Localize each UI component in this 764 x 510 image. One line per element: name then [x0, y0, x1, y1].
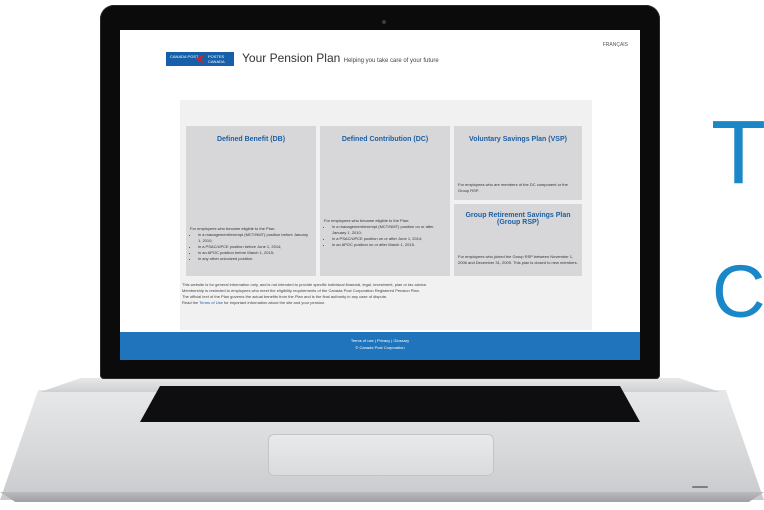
list-item: in an APOC position on or after March 1,…	[332, 242, 446, 248]
tile-title: Group Retirement Savings Plan (Group RSP…	[465, 212, 571, 226]
camera-icon	[382, 20, 386, 24]
tile-group-rsp[interactable]: Group Retirement Savings Plan (Group RSP…	[454, 204, 582, 276]
site-title-text: Your Pension Plan	[242, 51, 341, 65]
site-title: Your Pension Plan Helping you take care …	[242, 51, 439, 65]
tile-description: For employees who became eligible to the…	[324, 218, 446, 248]
canada-post-logo[interactable]: CANADA POST POSTES CANADA	[166, 52, 234, 66]
laptop-screen: FRANÇAIS CANADA POST POSTES CANADA Your …	[120, 30, 640, 360]
disclaimer-post: for important information about the site…	[223, 300, 326, 305]
keyboard	[140, 386, 640, 422]
tile-defined-benefit[interactable]: Defined Benefit (DB) For employees who b…	[186, 126, 316, 276]
tile-title: Defined Benefit (DB)	[216, 136, 286, 143]
language-link[interactable]: FRANÇAIS	[603, 42, 628, 48]
footer-copyright: © Canada Post Corporation	[355, 345, 405, 350]
tile-title: Voluntary Savings Plan (VSP)	[469, 136, 567, 143]
laptop-scene: FRANÇAIS CANADA POST POSTES CANADA Your …	[0, 0, 764, 510]
pension-webpage: FRANÇAIS CANADA POST POSTES CANADA Your …	[120, 30, 640, 360]
disclaimer-line: Read the Terms of Use for important info…	[182, 300, 582, 306]
tile-voluntary-savings-plan[interactable]: Voluntary Savings Plan (VSP) For employe…	[454, 126, 582, 200]
terms-of-use-link[interactable]: Terms of Use	[199, 300, 223, 305]
logo-text-right: POSTES CANADA	[208, 54, 225, 64]
site-footer: Terms of use | Privacy | Glossary © Cana…	[120, 332, 640, 360]
disclaimer-pre: Read the	[182, 300, 199, 305]
logo-text-left: CANADA POST	[170, 54, 199, 59]
footer-links[interactable]: Terms of use | Privacy | Glossary	[120, 338, 640, 343]
disclaimer-text: This website is for general information …	[182, 282, 582, 306]
overlay-letter-t: T	[711, 103, 764, 203]
tile-description: For employees who became eligible to the…	[190, 226, 312, 262]
touchpad	[268, 434, 494, 476]
tile-bullet-list: in a management/exempt (MCT/NMT) positio…	[324, 224, 446, 248]
tile-title: Defined Contribution (DC)	[341, 136, 429, 143]
laptop-base-edge	[0, 492, 764, 502]
tile-description: For employees who joined the Group RSP b…	[458, 254, 578, 265]
indicator-slot	[692, 486, 708, 488]
overlay-letter-c: C	[712, 250, 764, 333]
list-item: in a management/exempt (MCT/NMT) positio…	[332, 224, 446, 236]
tile-bullet-list: in a management/exempt (MCT/NMT) positio…	[190, 232, 312, 262]
tile-defined-contribution[interactable]: Defined Contribution (DC) For employees …	[320, 126, 450, 276]
site-tagline: Helping you take care of your future	[343, 58, 439, 64]
list-item: in any other unionized position.	[198, 256, 312, 262]
list-item: in a management/exempt (MCT/NMT) positio…	[198, 232, 312, 244]
tile-description: For employees who are members of the DC …	[458, 182, 568, 193]
